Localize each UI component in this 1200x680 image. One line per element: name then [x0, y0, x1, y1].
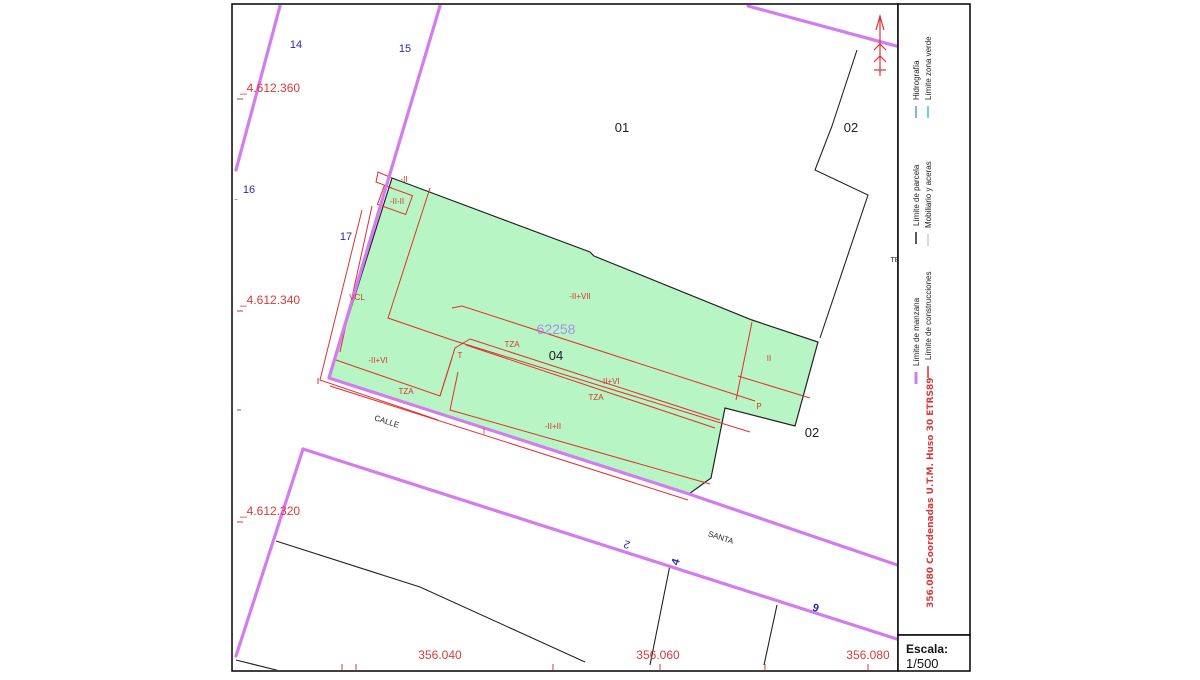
- legend-label: Límite de construcciones: [924, 272, 933, 361]
- construction-code: TZA: [504, 340, 520, 349]
- sub-parcel-label: 04: [549, 348, 563, 363]
- legend-label: Hidrografía: [912, 60, 921, 100]
- parcel-id-label[interactable]: 62258: [537, 321, 576, 337]
- neighbor-parcel-label: 02: [805, 425, 819, 440]
- construction-code: -II+II: [545, 422, 561, 431]
- legend-label: Límite zona verde: [924, 36, 933, 100]
- legend-label: Límite de manzana: [912, 297, 921, 366]
- construction-code: T: [458, 351, 463, 360]
- coord-y-label: _4.612.340: [239, 293, 300, 307]
- construction-code: TZA: [588, 393, 604, 402]
- construction-code: II: [767, 354, 771, 363]
- neighbor-parcel-label: 01: [615, 120, 629, 135]
- neighbor-parcel-label: 02: [844, 120, 858, 135]
- construction-code: -II+VI: [600, 377, 619, 386]
- block-number-label: 15: [399, 43, 411, 55]
- scale-value: 1/500: [906, 656, 939, 671]
- construction-code: -II+VI: [368, 356, 387, 365]
- coord-y-label: _4.612.320: [239, 504, 300, 518]
- coord-x-label: 356.040: [418, 648, 462, 662]
- legend-label: Mobiliario y aceras: [924, 161, 933, 228]
- construction-code: VCL: [349, 293, 365, 302]
- block-number-label: 16: [243, 184, 255, 196]
- construction-code: TZA: [398, 387, 414, 396]
- coord-x-label: 356.080: [846, 648, 890, 662]
- legend-label: Límite de parcela: [912, 164, 921, 226]
- block-number-label: 14: [290, 39, 302, 51]
- construction-code: -II-II: [390, 197, 404, 206]
- map-canvas: 62258 04 01 02 02 14 15 16 17 2 4 6 -II …: [231, 3, 971, 672]
- block-number-label: 17: [340, 231, 352, 243]
- construction-code: -II: [400, 175, 407, 184]
- legend-title: 356.080 Coordenadas U.T.M. Huso 30 ETRS8…: [926, 378, 936, 609]
- construction-code: -II+VII: [569, 292, 591, 301]
- coord-x-label: 356.060: [636, 648, 680, 662]
- coord-y-label: _4.612.360: [239, 81, 300, 95]
- scale-label: Escala:: [906, 642, 948, 656]
- construction-code: P: [756, 402, 761, 411]
- construction-code: I: [483, 427, 485, 436]
- cadastral-map-viewer: 62258 04 01 02 02 14 15 16 17 2 4 6 -II …: [0, 0, 1200, 675]
